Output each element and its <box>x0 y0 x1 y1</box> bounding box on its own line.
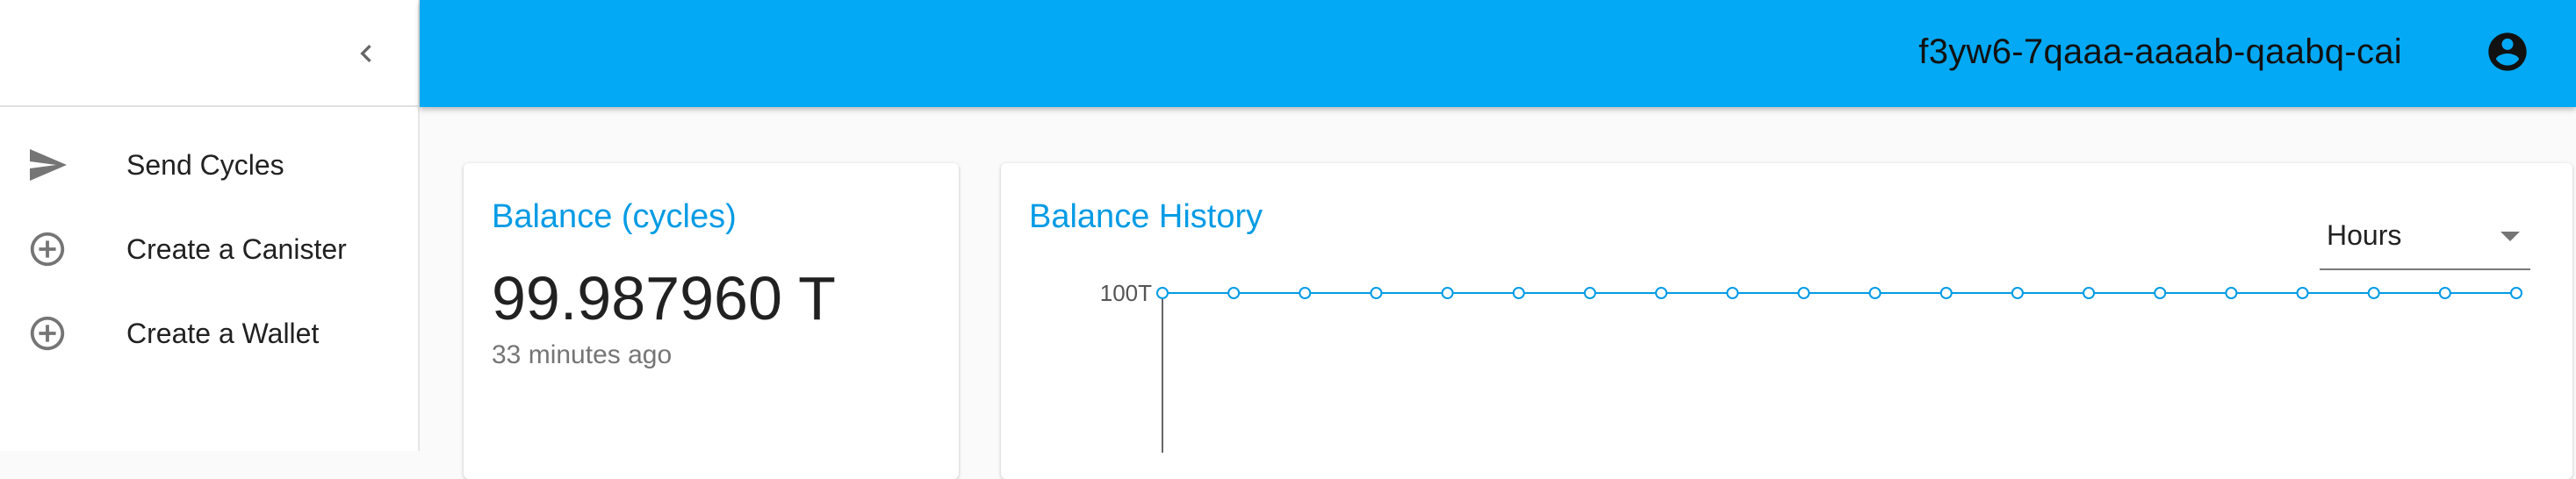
collapse-drawer-button[interactable] <box>345 32 387 75</box>
data-point[interactable] <box>1512 287 1525 299</box>
data-point[interactable] <box>1655 287 1668 299</box>
app-bar: f3yw6-7qaaa-aaaab-qaabq-cai <box>420 0 2576 107</box>
balance-card: Balance (cycles) 99.987960 T 33 minutes … <box>464 163 959 479</box>
data-point[interactable] <box>1299 287 1312 299</box>
add-circle-outline-icon <box>26 228 68 270</box>
data-point[interactable] <box>2154 287 2167 299</box>
data-point[interactable] <box>2438 287 2451 299</box>
chevron-left-icon <box>360 45 371 62</box>
balance-history-chart: 100T <box>1100 280 2522 453</box>
balance-value: 99.987960 T <box>492 264 836 332</box>
data-point[interactable] <box>2011 287 2024 299</box>
data-point[interactable] <box>2510 287 2522 299</box>
sidebar-item-send-cycles[interactable]: Send Cycles <box>0 123 418 207</box>
data-point[interactable] <box>1156 287 1169 299</box>
data-point[interactable] <box>1583 287 1596 299</box>
data-point[interactable] <box>1939 287 1953 299</box>
sidebar-item-label: Create a Canister <box>126 233 347 265</box>
sidebar-item-create-canister[interactable]: Create a Canister <box>0 207 418 291</box>
principal-id: f3yw6-7qaaa-aaaab-qaabq-cai <box>1918 32 2402 71</box>
data-point[interactable] <box>2367 287 2380 299</box>
data-point[interactable] <box>1441 287 1454 299</box>
data-point[interactable] <box>1726 287 1739 299</box>
data-point[interactable] <box>2296 287 2309 299</box>
sidebar-item-create-wallet[interactable]: Create a Wallet <box>0 291 418 375</box>
balance-card-title: Balance (cycles) <box>492 198 737 235</box>
data-point[interactable] <box>1370 287 1383 299</box>
y-tick-label: 100T <box>1100 280 1152 306</box>
account-circle-icon <box>2488 32 2527 71</box>
data-point[interactable] <box>1868 287 1882 299</box>
data-point[interactable] <box>1797 287 1810 299</box>
send-icon <box>26 144 68 186</box>
account-button[interactable] <box>2485 29 2530 75</box>
drawer-header <box>0 0 418 107</box>
sidebar-item-label: Create a Wallet <box>126 318 320 349</box>
add-circle-outline-icon <box>26 312 68 354</box>
data-point[interactable] <box>1227 287 1241 299</box>
balance-history-card: Balance History Hours 100T <box>1001 163 2572 479</box>
sidebar-item-label: Send Cycles <box>126 149 284 181</box>
data-point[interactable] <box>2225 287 2238 299</box>
navigation-drawer: Send Cycles Create a Canister Create a W… <box>0 0 420 451</box>
data-point[interactable] <box>2083 287 2096 299</box>
balance-updated-time: 33 minutes ago <box>492 340 673 369</box>
